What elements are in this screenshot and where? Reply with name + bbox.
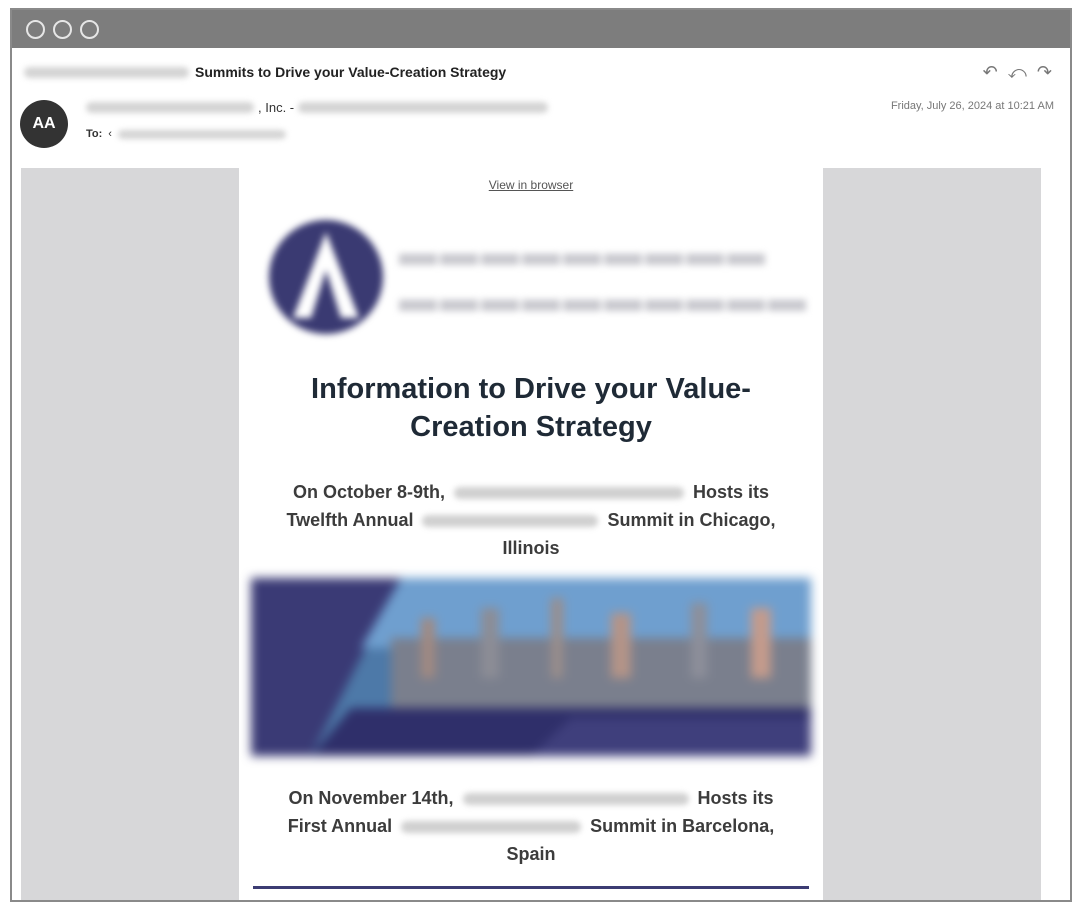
event-chicago-prefix: On October 8-9th, xyxy=(292,482,445,502)
redacted-sender-email xyxy=(298,102,549,113)
recipient-line: To: ‹ xyxy=(86,128,286,140)
reply-icon[interactable]: ↶ xyxy=(983,63,998,81)
to-prefix: ‹ xyxy=(108,128,112,140)
email-subject: Summits to Drive your Value-Creation Str… xyxy=(195,64,507,80)
avatar: AA xyxy=(20,100,68,148)
event-chicago-line3: Illinois xyxy=(502,538,560,558)
logo-wordmark: ▬▬▬▬▬▬▬▬▬ ▬▬▬▬▬▬▬▬▬▬ xyxy=(399,232,809,320)
redacted-summit-name xyxy=(422,515,599,528)
zoom-window-button[interactable] xyxy=(80,19,99,39)
title-bar xyxy=(12,10,1070,48)
event-barcelona-line2-prefix: First Annual xyxy=(287,816,393,836)
mail-window: Summits to Drive your Value-Creation Str… xyxy=(10,8,1072,902)
message-actions: ↶ ⤺ ↷ xyxy=(983,60,1052,84)
view-in-browser-link[interactable]: View in browser xyxy=(239,178,823,192)
event-barcelona-line2-suffix: Summit in Barcelona, xyxy=(590,816,775,836)
event-barcelona-line3: Spain xyxy=(506,844,556,864)
minimize-window-button[interactable] xyxy=(53,19,72,39)
close-window-button[interactable] xyxy=(26,19,45,39)
email-body: View in browser ▬▬▬▬▬▬▬▬▬ ▬▬▬▬▬▬▬▬▬▬ Info… xyxy=(239,168,823,900)
subject-row: Summits to Drive your Value-Creation Str… xyxy=(12,60,1070,84)
banner-graphic xyxy=(251,578,811,756)
message-date: Friday, July 26, 2024 at 10:21 AM xyxy=(890,100,1054,112)
redacted-subject-prefix xyxy=(24,66,189,78)
email-canvas: View in browser ▬▬▬▬▬▬▬▬▬ ▬▬▬▬▬▬▬▬▬▬ Info… xyxy=(21,168,1041,900)
event-chicago-line2-suffix: Summit in Chicago, xyxy=(607,510,776,530)
redacted-recipient xyxy=(117,129,286,139)
logo-a-glyph xyxy=(293,232,359,318)
event-barcelona-description: On November 14th, Hosts its First Annual… xyxy=(259,784,803,868)
sender-line: , Inc. - xyxy=(86,100,549,115)
message-header: AA , Inc. - To: ‹ Friday, July 26, 2024 … xyxy=(12,94,1070,158)
event-chicago-line2-prefix: Twelfth Annual xyxy=(286,510,414,530)
to-label: To: xyxy=(86,128,103,140)
sender-suffix: , Inc. - xyxy=(258,100,295,115)
redacted-company-name xyxy=(453,487,684,500)
redacted-sender-name xyxy=(86,102,254,113)
chicago-summit-banner-image[interactable] xyxy=(251,578,811,756)
redacted-summit-name xyxy=(401,821,582,834)
section-divider xyxy=(253,886,809,889)
redacted-company-name xyxy=(462,793,689,806)
event-barcelona-hosts: Hosts its xyxy=(697,788,774,808)
event-barcelona-prefix: On November 14th, xyxy=(288,788,454,808)
forward-icon[interactable]: ↷ xyxy=(1037,63,1052,81)
reply-all-icon[interactable]: ⤺ xyxy=(1008,63,1027,81)
event-chicago-description: On October 8-9th, Hosts its Twelfth Annu… xyxy=(259,478,803,562)
company-logo: ▬▬▬▬▬▬▬▬▬ ▬▬▬▬▬▬▬▬▬▬ xyxy=(269,216,809,336)
newsletter-headline: Information to Drive your Value-Creation… xyxy=(311,373,751,443)
event-chicago-hosts: Hosts its xyxy=(693,482,770,502)
